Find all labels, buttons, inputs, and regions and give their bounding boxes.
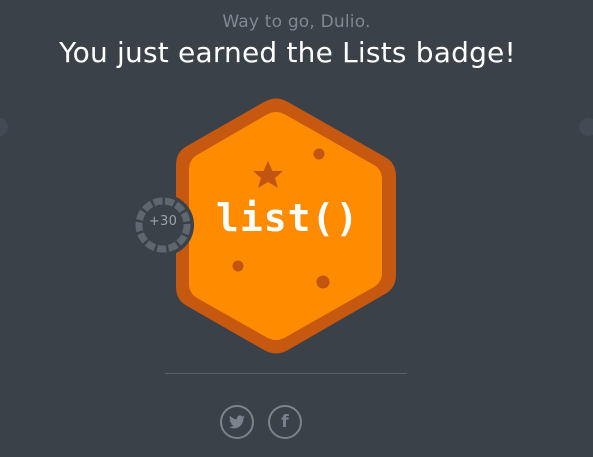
facebook-icon: f bbox=[281, 412, 289, 432]
share-facebook-button[interactable]: f bbox=[268, 405, 302, 439]
divider bbox=[165, 373, 407, 374]
points-indicator: +30 bbox=[132, 194, 194, 256]
points-value: +30 bbox=[148, 214, 178, 229]
greeting-subtitle: Way to go, Dulio. bbox=[222, 12, 371, 32]
carousel-next-dot[interactable] bbox=[579, 118, 593, 136]
badge-label: list() bbox=[216, 196, 360, 240]
share-twitter-button[interactable] bbox=[220, 405, 254, 439]
carousel-prev-dot[interactable] bbox=[0, 118, 8, 136]
badge-dot-decoration bbox=[232, 260, 244, 272]
badge-dot-decoration bbox=[313, 148, 325, 160]
twitter-icon bbox=[229, 415, 245, 429]
badge-earned-title: You just earned the Lists badge! bbox=[59, 36, 516, 69]
badge-dot-decoration bbox=[316, 275, 330, 289]
